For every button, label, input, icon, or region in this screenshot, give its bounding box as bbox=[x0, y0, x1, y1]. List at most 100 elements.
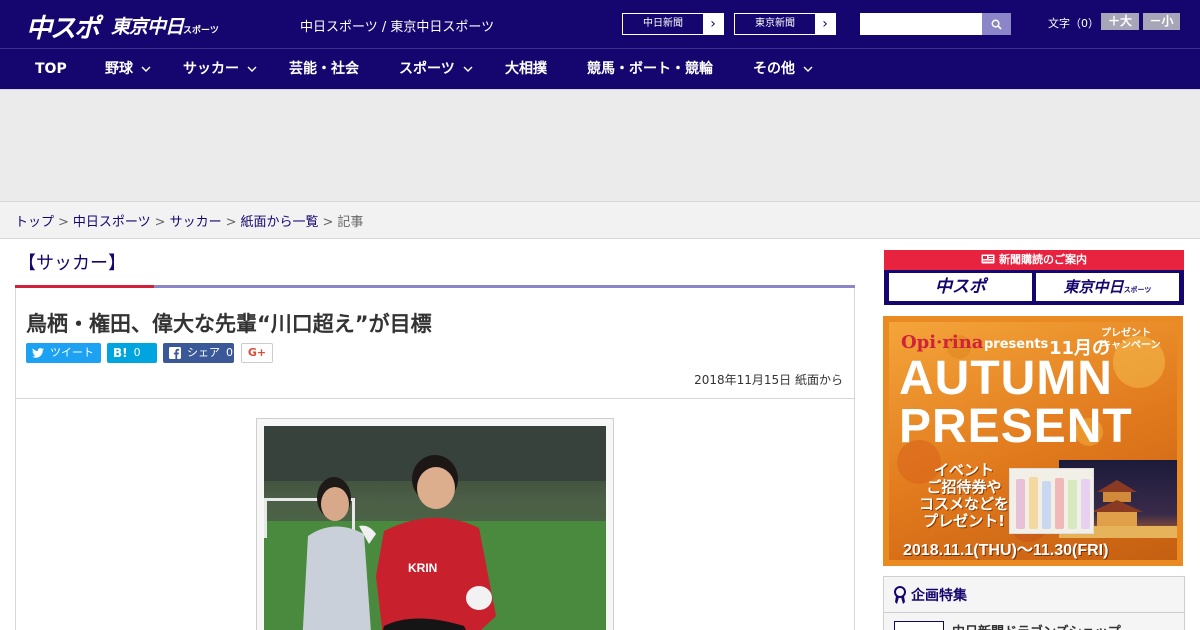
nav-item-soccer[interactable]: サッカー bbox=[183, 49, 257, 89]
font-size-up-button[interactable]: ＋大 bbox=[1101, 13, 1139, 30]
promo-background: Opi·rina presents 11月の プレゼント キャンペーン AUTUM… bbox=[889, 322, 1177, 560]
breadcrumb-chunichi-sports[interactable]: 中日スポーツ bbox=[73, 215, 151, 230]
article-category: 【サッカー】 bbox=[18, 253, 126, 274]
tokyo-chunichi-logo[interactable]: 東京中日スポーツ bbox=[111, 12, 219, 39]
breadcrumb: トップ > 中日スポーツ > サッカー > 紙面から一覧 > 記事 bbox=[0, 201, 1200, 239]
subscribe-tokyo-logo-text: 東京中日 bbox=[1063, 278, 1124, 296]
nav-item-racing[interactable]: 競馬・ボート・競輪 bbox=[587, 49, 713, 89]
ad-banner-area bbox=[0, 89, 1200, 201]
article-headline: 鳥栖・権田、偉大な先輩“川口超え”が目標 bbox=[26, 312, 432, 336]
tweet-label: ツイート bbox=[50, 346, 94, 359]
promo-campaign-label: プレゼント キャンペーン bbox=[1101, 328, 1161, 352]
article-divider bbox=[15, 398, 855, 399]
ribbon-icon bbox=[894, 585, 906, 604]
subscribe-chuspo-button[interactable]: 中スポ bbox=[889, 273, 1032, 301]
autumn-present-ad[interactable]: Opi·rina presents 11月の プレゼント キャンペーン AUTUM… bbox=[883, 316, 1183, 566]
google-plus-button[interactable]: G+ bbox=[241, 343, 273, 363]
twitter-icon bbox=[32, 348, 44, 358]
chevron-down-icon bbox=[803, 66, 813, 72]
nav-item-label: 野球 bbox=[105, 61, 133, 77]
nav-item-baseball[interactable]: 野球 bbox=[105, 49, 151, 89]
breadcrumb-separator: > bbox=[58, 215, 69, 230]
font-size-down-button[interactable]: －小 bbox=[1143, 13, 1180, 30]
newspaper-icon bbox=[981, 254, 995, 264]
feature-section: 企画特集 中日新聞ドラゴンズショップ bbox=[883, 576, 1185, 630]
nav-item-label: 芸能・社会 bbox=[289, 61, 359, 77]
subscribe-tokyo-logo-small: スポーツ bbox=[1123, 286, 1152, 294]
promo-body-line: ご招待券や bbox=[926, 478, 1002, 496]
nav-item-label: TOP bbox=[35, 61, 67, 77]
promo-campaign-line2: キャンペーン bbox=[1101, 340, 1161, 351]
photo-image: KRIN bbox=[264, 426, 606, 630]
feature-item-label: 中日新聞ドラゴンズショップ bbox=[952, 621, 1121, 630]
facebook-share-label: シェア bbox=[187, 346, 220, 359]
search-button[interactable] bbox=[982, 13, 1011, 35]
promo-date: 2018.11.1(THU)～11.30(FRI) bbox=[903, 542, 1109, 559]
chunichi-shimbun-link[interactable]: 中日新聞 › bbox=[622, 13, 724, 35]
tweet-button[interactable]: ツイート bbox=[26, 343, 101, 363]
hatena-icon: B! bbox=[113, 346, 128, 360]
promo-body-line: プレゼント! bbox=[923, 512, 1005, 530]
chevron-down-icon bbox=[247, 66, 257, 72]
promo-body-text: イベント ご招待券や コスメなどを プレゼント! bbox=[909, 462, 1019, 530]
breadcrumb-separator: > bbox=[322, 215, 334, 230]
promo-body-line: コスメなどを bbox=[918, 495, 1009, 513]
promo-campaign-line1: プレゼント bbox=[1101, 328, 1151, 339]
nav-item-entertainment[interactable]: 芸能・社会 bbox=[289, 49, 359, 89]
breadcrumb-top[interactable]: トップ bbox=[15, 215, 54, 230]
subscription-banner[interactable]: 新聞購読のご案内 中スポ 東京中日スポーツ bbox=[884, 250, 1184, 305]
nav-item-label: 競馬・ボート・競輪 bbox=[587, 61, 713, 77]
chuspo-logo[interactable]: 中スポ bbox=[26, 8, 100, 45]
subscription-heading: 新聞購読のご案内 bbox=[884, 250, 1184, 270]
nav-item-sumo[interactable]: 大相撲 bbox=[505, 49, 547, 89]
chunichi-link-label: 中日新聞 bbox=[643, 18, 683, 29]
search-input[interactable] bbox=[860, 13, 982, 35]
font-size-label: 文字（0） bbox=[1048, 17, 1099, 30]
breadcrumb-newspaper-list[interactable]: 紙面から一覧 bbox=[241, 215, 319, 230]
tokyo-link-label: 東京新聞 bbox=[755, 18, 795, 29]
tokyo-shimbun-link[interactable]: 東京新聞 › bbox=[734, 13, 836, 35]
subscribe-tokyo-chunichi-button[interactable]: 東京中日スポーツ bbox=[1036, 273, 1179, 301]
site-title: 中日スポーツ / 東京中日スポーツ bbox=[300, 20, 495, 35]
article-dateline: 2018年11月15日 紙面から bbox=[694, 373, 843, 387]
hatena-bookmark-button[interactable]: B! 0 bbox=[107, 343, 157, 363]
site-header: 中スポ 東京中日スポーツ 中日スポーツ / 東京中日スポーツ 中日新聞 › 東京… bbox=[0, 0, 1200, 48]
breadcrumb-separator: > bbox=[154, 215, 166, 230]
nav-item-sports[interactable]: スポーツ bbox=[399, 49, 473, 89]
facebook-share-button[interactable]: シェア 0 bbox=[163, 343, 234, 363]
cosmetics-photo bbox=[1009, 468, 1094, 534]
promo-presents: presents bbox=[984, 337, 1049, 352]
facebook-share-count: 0 bbox=[226, 346, 233, 359]
feature-heading: 企画特集 bbox=[884, 577, 1184, 613]
chevron-down-icon bbox=[463, 66, 473, 72]
nav-item-label: サッカー bbox=[183, 61, 239, 77]
dragons-shop-thumbnail bbox=[894, 621, 944, 630]
jersey-text: KRIN bbox=[408, 561, 437, 575]
chevron-right-icon: › bbox=[703, 14, 723, 34]
promo-brand-logo: Opi·rina bbox=[901, 332, 984, 353]
promo-title-autumn: AUTUMN bbox=[899, 352, 1113, 405]
chevron-down-icon bbox=[141, 66, 151, 72]
subscription-heading-text: 新聞購読のご案内 bbox=[999, 253, 1087, 266]
feature-item-dragons-shop[interactable]: 中日新聞ドラゴンズショップ bbox=[894, 621, 1121, 630]
breadcrumb-current: 記事 bbox=[337, 215, 364, 230]
nav-item-top[interactable]: TOP bbox=[35, 49, 67, 89]
promo-title-present: PRESENT bbox=[899, 400, 1133, 453]
tokyo-logo-small: スポーツ bbox=[183, 26, 219, 36]
nav-item-other[interactable]: その他 bbox=[753, 49, 813, 89]
search-icon bbox=[991, 19, 1002, 30]
nav-item-label: 大相撲 bbox=[505, 61, 547, 77]
feature-heading-text: 企画特集 bbox=[911, 587, 967, 604]
tokyo-logo-text: 東京中日 bbox=[111, 16, 184, 38]
breadcrumb-soccer[interactable]: サッカー bbox=[170, 215, 222, 230]
hatena-count: 0 bbox=[133, 346, 141, 359]
article-photo[interactable]: KRIN bbox=[264, 426, 606, 630]
facebook-icon bbox=[169, 347, 181, 359]
main-nav: TOP 野球 サッカー 芸能・社会 スポーツ 大相撲 競馬・ボート・競輪 その他 bbox=[0, 48, 1200, 89]
breadcrumb-separator: > bbox=[225, 215, 237, 230]
promo-body-line: イベント bbox=[933, 461, 994, 479]
nav-item-label: その他 bbox=[753, 61, 795, 77]
google-plus-icon: G+ bbox=[247, 346, 267, 359]
nav-item-label: スポーツ bbox=[399, 61, 455, 77]
chevron-right-icon: › bbox=[815, 14, 835, 34]
